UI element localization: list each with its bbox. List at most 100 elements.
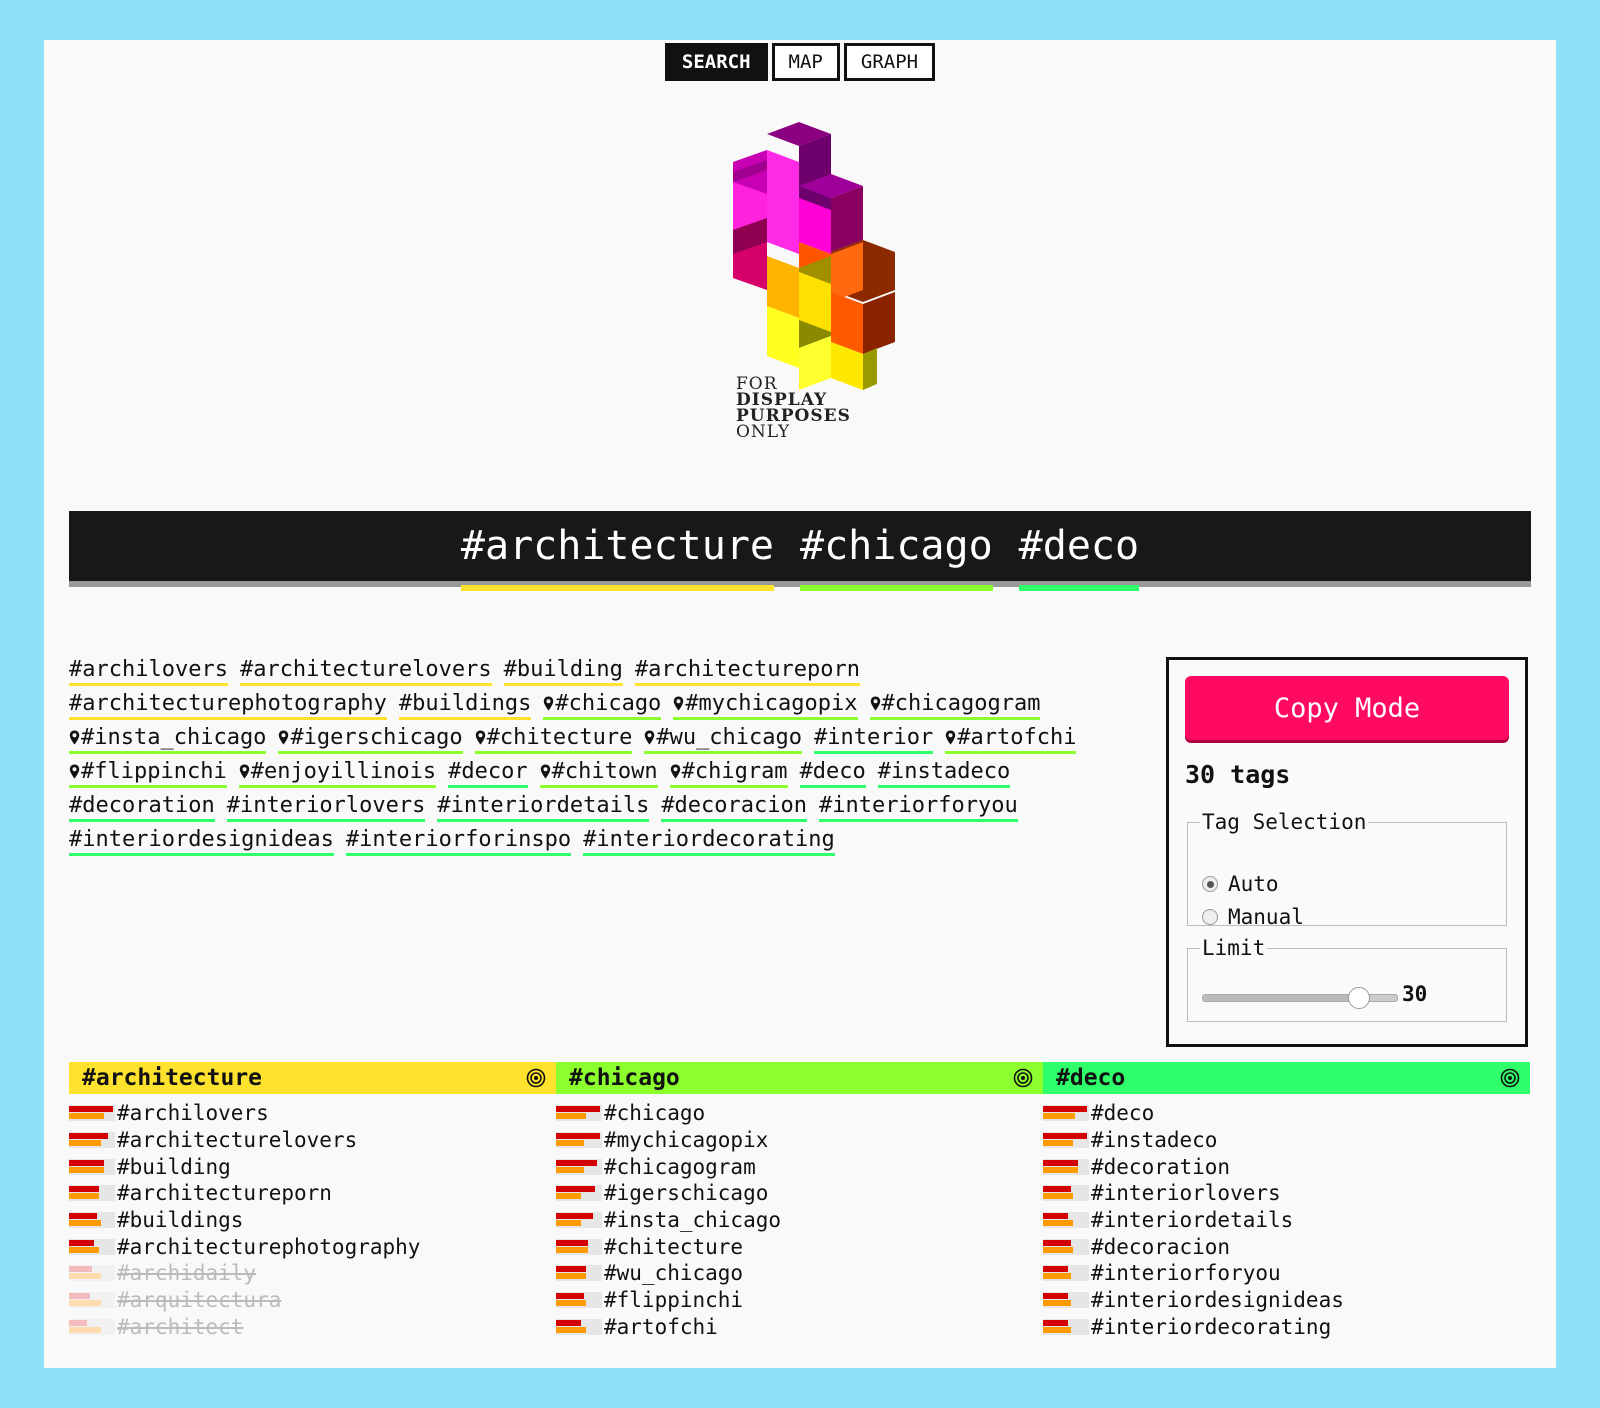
frequency-bar bbox=[556, 1185, 602, 1202]
list-item[interactable]: #architect bbox=[69, 1314, 556, 1341]
cloud-tag[interactable]: #interiordesignideas bbox=[69, 826, 334, 856]
cloud-tag[interactable]: #architecturephotography bbox=[69, 690, 387, 720]
cloud-tag[interactable]: #chicagogram bbox=[869, 690, 1041, 720]
frequency-bar bbox=[69, 1318, 115, 1335]
location-pin-icon bbox=[870, 696, 880, 711]
query-tag-underline bbox=[460, 585, 774, 591]
frequency-bar bbox=[556, 1132, 602, 1149]
cloud-tag[interactable]: #interiorforyou bbox=[819, 792, 1018, 822]
cloud-tag[interactable]: #igerschicago bbox=[278, 724, 463, 754]
list-item[interactable]: #artofchi bbox=[556, 1314, 1043, 1341]
list-item[interactable]: #architecturelovers bbox=[69, 1127, 556, 1154]
cloud-tag[interactable]: #interiordetails bbox=[437, 792, 650, 822]
cloud-tag[interactable]: #insta_chicago bbox=[69, 724, 267, 754]
bar-red bbox=[1043, 1266, 1068, 1273]
list-item[interactable]: #flippinchi bbox=[556, 1287, 1043, 1314]
bar-orange bbox=[69, 1193, 99, 1200]
list-item[interactable]: #buildings bbox=[69, 1207, 556, 1234]
list-item[interactable]: #interiordesignideas bbox=[1043, 1287, 1530, 1314]
cloud-tag[interactable]: #chitown bbox=[539, 758, 658, 788]
list-item[interactable]: #decoration bbox=[1043, 1153, 1530, 1180]
cloud-tag[interactable]: #enjoyillinois bbox=[238, 758, 437, 788]
target-icon[interactable] bbox=[526, 1068, 546, 1088]
list-item[interactable]: #igerschicago bbox=[556, 1180, 1043, 1207]
list-item[interactable]: #interiorforyou bbox=[1043, 1260, 1530, 1287]
list-item[interactable]: #decoracion bbox=[1043, 1233, 1530, 1260]
cloud-tag[interactable]: #chigram bbox=[669, 758, 788, 788]
cloud-tag[interactable]: #interior bbox=[814, 724, 934, 754]
list-item[interactable]: #deco bbox=[1043, 1100, 1530, 1127]
list-item[interactable]: #interiordetails bbox=[1043, 1207, 1530, 1234]
nav-graph-button[interactable]: GRAPH bbox=[843, 43, 936, 81]
list-item[interactable]: #interiordecorating bbox=[1043, 1314, 1530, 1341]
slider-thumb[interactable] bbox=[1348, 987, 1371, 1009]
cloud-tag[interactable]: #instadeco bbox=[877, 758, 1011, 788]
nav-search-button[interactable]: SEARCH bbox=[664, 43, 768, 81]
cloud-tag[interactable]: #wu_chicago bbox=[644, 724, 803, 754]
list-item[interactable]: #architecturephotography bbox=[69, 1233, 556, 1260]
frequency-bar bbox=[69, 1238, 115, 1255]
frequency-bar bbox=[69, 1185, 115, 1202]
bar-orange bbox=[556, 1326, 586, 1333]
bar-orange bbox=[1043, 1220, 1073, 1227]
frequency-bar bbox=[556, 1318, 602, 1335]
bar-orange bbox=[1043, 1193, 1073, 1200]
cloud-tag[interactable]: #decoracion bbox=[661, 792, 808, 822]
target-icon[interactable] bbox=[1013, 1068, 1033, 1088]
target-icon[interactable] bbox=[1500, 1068, 1520, 1088]
cloud-tag[interactable]: #flippinchi bbox=[69, 758, 227, 788]
list-item[interactable]: #interiorlovers bbox=[1043, 1180, 1530, 1207]
limit-slider[interactable] bbox=[1202, 987, 1398, 1009]
list-item[interactable]: #chitecture bbox=[556, 1233, 1043, 1260]
list-item[interactable]: #insta_chicago bbox=[556, 1207, 1043, 1234]
frequency-bar bbox=[69, 1132, 115, 1149]
bar-orange bbox=[556, 1113, 586, 1120]
query-tag-underline bbox=[1018, 585, 1140, 591]
cloud-tag[interactable]: #interiorforinspo bbox=[345, 826, 572, 856]
query-tag[interactable]: #architecture bbox=[460, 523, 774, 591]
cloud-tag[interactable]: #decor bbox=[448, 758, 528, 788]
location-pin-icon bbox=[670, 764, 680, 779]
location-pin-icon bbox=[946, 730, 956, 745]
nav-map-button[interactable]: MAP bbox=[771, 43, 840, 81]
list-item[interactable]: #architectureporn bbox=[69, 1180, 556, 1207]
frequency-bar bbox=[556, 1265, 602, 1282]
cloud-tag[interactable]: #interiordecorating bbox=[583, 826, 835, 856]
cloud-tag[interactable]: #buildings bbox=[398, 690, 532, 720]
column-list: #deco #instadeco #decoration #interiorlover… bbox=[1043, 1100, 1530, 1340]
frequency-bar bbox=[1043, 1318, 1089, 1335]
query-tag[interactable]: #chicago bbox=[800, 523, 993, 591]
bar-orange bbox=[69, 1140, 101, 1147]
cloud-tag[interactable]: #decoration bbox=[69, 792, 215, 822]
radio-auto[interactable]: Auto bbox=[1202, 872, 1279, 896]
cloud-tag[interactable]: #deco bbox=[799, 758, 866, 788]
list-item[interactable]: #building bbox=[69, 1153, 556, 1180]
cloud-tag[interactable]: #interiorlovers bbox=[226, 792, 426, 822]
list-item[interactable]: #chicagogram bbox=[556, 1153, 1043, 1180]
radio-manual[interactable]: Manual bbox=[1202, 905, 1304, 929]
limit-value: 30 bbox=[1402, 982, 1428, 1006]
cloud-tag[interactable]: #chicago bbox=[543, 690, 662, 720]
copy-mode-button[interactable]: Copy Mode bbox=[1185, 676, 1509, 740]
list-item[interactable]: #archidaily bbox=[69, 1260, 556, 1287]
bar-orange bbox=[1043, 1113, 1075, 1120]
query-tag[interactable]: #deco bbox=[1018, 523, 1140, 591]
cloud-tag[interactable]: #building bbox=[503, 656, 623, 686]
list-item[interactable]: #chicago bbox=[556, 1100, 1043, 1127]
cloud-tag[interactable]: #chitecture bbox=[474, 724, 633, 754]
tag-columns: #architecture #archilovers #architecturelo… bbox=[69, 1062, 1531, 1340]
cloud-tag[interactable]: #architectureporn bbox=[634, 656, 861, 686]
cloud-tag[interactable]: #architecturelovers bbox=[239, 656, 492, 686]
list-item[interactable]: #archilovers bbox=[69, 1100, 556, 1127]
cloud-tag[interactable]: #archilovers bbox=[69, 656, 228, 686]
bar-red bbox=[69, 1266, 92, 1273]
query-bar[interactable]: #architecture #chicago #deco bbox=[69, 511, 1531, 591]
cloud-tag[interactable]: #mychicagopix bbox=[673, 690, 858, 720]
list-item[interactable]: #arquitectura bbox=[69, 1287, 556, 1314]
cloud-tag[interactable]: #artofchi bbox=[945, 724, 1077, 754]
bar-red bbox=[69, 1186, 99, 1193]
list-item[interactable]: #mychicagopix bbox=[556, 1127, 1043, 1154]
list-item[interactable]: #instadeco bbox=[1043, 1127, 1530, 1154]
location-pin-icon bbox=[540, 764, 550, 779]
list-item[interactable]: #wu_chicago bbox=[556, 1260, 1043, 1287]
